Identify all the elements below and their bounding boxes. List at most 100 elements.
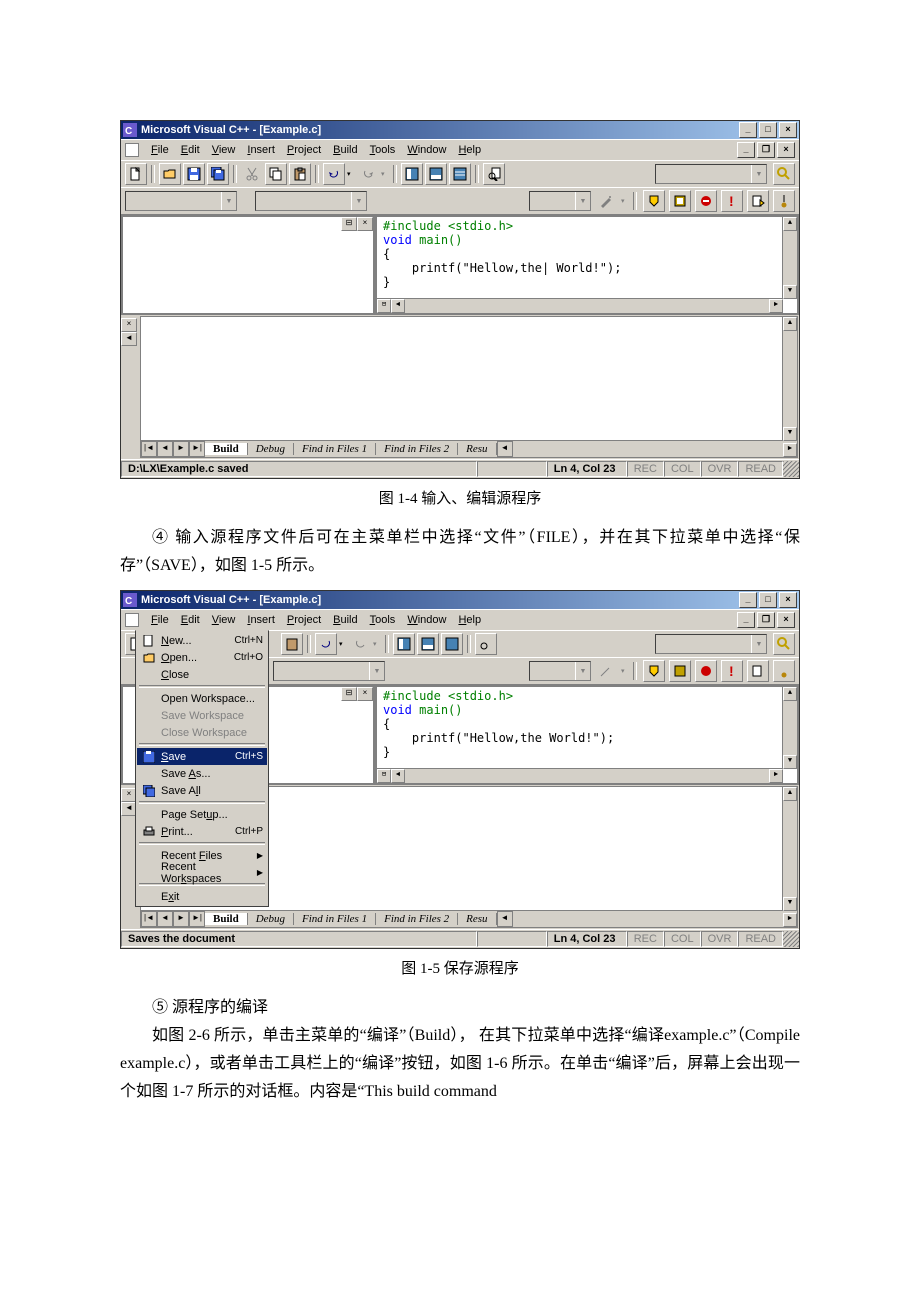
menu-view[interactable]: View: [206, 144, 242, 156]
tab-find2[interactable]: Find in Files 2: [376, 913, 458, 925]
pane-dock-button[interactable]: ⊟: [341, 217, 357, 231]
wizard-button[interactable]: [595, 190, 617, 212]
workspace-button[interactable]: [393, 633, 415, 655]
tab-results[interactable]: Resu: [458, 443, 496, 455]
output-pane[interactable]: ▲▼► |◄ ◄ ► ►| Build Debug Find in Files …: [140, 316, 798, 458]
close-button[interactable]: ×: [779, 592, 797, 608]
menu-item-print[interactable]: Print...Ctrl+P: [137, 823, 267, 840]
workspace-button[interactable]: [401, 163, 423, 185]
paste-button[interactable]: [289, 163, 311, 185]
menu-help[interactable]: Help: [452, 144, 487, 156]
menu-item-new[interactable]: New...Ctrl+N: [137, 632, 267, 649]
resize-grip[interactable]: [783, 461, 799, 477]
minimize-button[interactable]: _: [739, 592, 757, 608]
stop-build-button[interactable]: [695, 660, 717, 682]
output-scrollbar[interactable]: ▲▼►: [782, 787, 797, 927]
horizontal-scrollbar[interactable]: ⊟◄►: [377, 768, 783, 783]
window-titlebar[interactable]: C Microsoft Visual C++ - [Example.c] _ □…: [121, 121, 799, 139]
mdi-minimize-button[interactable]: _: [737, 142, 755, 158]
filter-combo[interactable]: ▼: [529, 191, 591, 211]
menu-item-open-workspace[interactable]: Open Workspace...: [137, 690, 267, 707]
horizontal-scrollbar[interactable]: ⊟◄►: [377, 298, 783, 313]
tab-nav-first[interactable]: |◄: [141, 441, 157, 457]
stop-build-button[interactable]: [695, 190, 717, 212]
copy-button[interactable]: [265, 163, 287, 185]
paste-button[interactable]: [281, 633, 303, 655]
tab-scroll-left[interactable]: ◄: [497, 911, 513, 927]
menu-item-open[interactable]: Open...Ctrl+O: [137, 649, 267, 666]
member-combo[interactable]: ▼: [273, 661, 385, 681]
menu-edit[interactable]: Edit: [175, 614, 206, 626]
output-close-button[interactable]: ×: [121, 318, 137, 332]
build-button[interactable]: [669, 660, 691, 682]
tab-find2[interactable]: Find in Files 2: [376, 443, 458, 455]
menu-item-page-setup[interactable]: Page Setup...: [137, 806, 267, 823]
menu-item-save-all[interactable]: Save All: [137, 782, 267, 799]
tab-build[interactable]: Build: [205, 443, 248, 455]
filter-combo[interactable]: ▼: [529, 661, 591, 681]
mdi-close-button[interactable]: ×: [777, 142, 795, 158]
window-titlebar[interactable]: C Microsoft Visual C++ - [Example.c] _ □…: [121, 591, 799, 609]
tab-results[interactable]: Resu: [458, 913, 496, 925]
compile-button[interactable]: [643, 660, 665, 682]
execute-button[interactable]: !: [721, 660, 743, 682]
tab-nav-next[interactable]: ►: [173, 911, 189, 927]
menu-insert[interactable]: Insert: [241, 144, 281, 156]
resize-grip[interactable]: [783, 931, 799, 947]
window-list-button[interactable]: [449, 163, 471, 185]
window-list-button[interactable]: [441, 633, 463, 655]
menu-build[interactable]: Build: [327, 144, 363, 156]
find-in-files-button[interactable]: [483, 163, 505, 185]
mdi-restore-button[interactable]: ❐: [757, 142, 775, 158]
execute-button[interactable]: !: [721, 190, 743, 212]
vertical-scrollbar[interactable]: ▲▼: [782, 217, 797, 299]
find-in-files-button[interactable]: [475, 633, 497, 655]
tab-find1[interactable]: Find in Files 1: [294, 913, 376, 925]
minimize-button[interactable]: _: [739, 122, 757, 138]
menu-view[interactable]: View: [206, 614, 242, 626]
pane-close-button[interactable]: ×: [357, 687, 373, 701]
maximize-button[interactable]: □: [759, 122, 777, 138]
tab-nav-prev[interactable]: ◄: [157, 441, 173, 457]
menu-window[interactable]: Window: [401, 614, 452, 626]
output-button[interactable]: [425, 163, 447, 185]
undo-button[interactable]: [315, 633, 337, 655]
menu-help[interactable]: Help: [452, 614, 487, 626]
menu-tools[interactable]: Tools: [364, 144, 402, 156]
output-button[interactable]: [417, 633, 439, 655]
mdi-minimize-button[interactable]: _: [737, 612, 755, 628]
class-combo[interactable]: ▼: [125, 191, 237, 211]
menu-item-save[interactable]: SaveCtrl+S: [137, 748, 267, 765]
breakpoint-button[interactable]: [773, 660, 795, 682]
menu-tools[interactable]: Tools: [364, 614, 402, 626]
workspace-pane[interactable]: ⊟ ×: [122, 216, 374, 314]
code-editor[interactable]: #include <stdio.h> void main() { printf(…: [376, 686, 798, 784]
menu-file[interactable]: File: [145, 144, 175, 156]
save-button[interactable]: [183, 163, 205, 185]
code-editor[interactable]: #include <stdio.h> void main() { printf(…: [376, 216, 798, 314]
tab-debug[interactable]: Debug: [248, 443, 294, 455]
compile-button[interactable]: [643, 190, 665, 212]
tab-nav-first[interactable]: |◄: [141, 911, 157, 927]
new-text-button[interactable]: [125, 163, 147, 185]
vertical-scrollbar[interactable]: ▲▼: [782, 687, 797, 769]
tab-nav-last[interactable]: ►|: [189, 911, 205, 927]
tab-scroll-left[interactable]: ◄: [497, 441, 513, 457]
output-dock-button[interactable]: ◄: [121, 332, 137, 346]
tab-build[interactable]: Build: [205, 913, 248, 925]
menu-item-save-as[interactable]: Save As...: [137, 765, 267, 782]
redo-button[interactable]: [357, 163, 379, 185]
build-button[interactable]: [669, 190, 691, 212]
menu-window[interactable]: Window: [401, 144, 452, 156]
tab-nav-next[interactable]: ►: [173, 441, 189, 457]
pane-close-button[interactable]: ×: [357, 217, 373, 231]
find-button[interactable]: [773, 163, 795, 185]
pane-dock-button[interactable]: ⊟: [341, 687, 357, 701]
find-combo[interactable]: ▼: [655, 164, 767, 184]
tab-nav-last[interactable]: ►|: [189, 441, 205, 457]
tab-find1[interactable]: Find in Files 1: [294, 443, 376, 455]
cut-button[interactable]: [241, 163, 263, 185]
menu-project[interactable]: Project: [281, 614, 327, 626]
go-button[interactable]: [747, 190, 769, 212]
menu-file[interactable]: File: [145, 614, 175, 626]
